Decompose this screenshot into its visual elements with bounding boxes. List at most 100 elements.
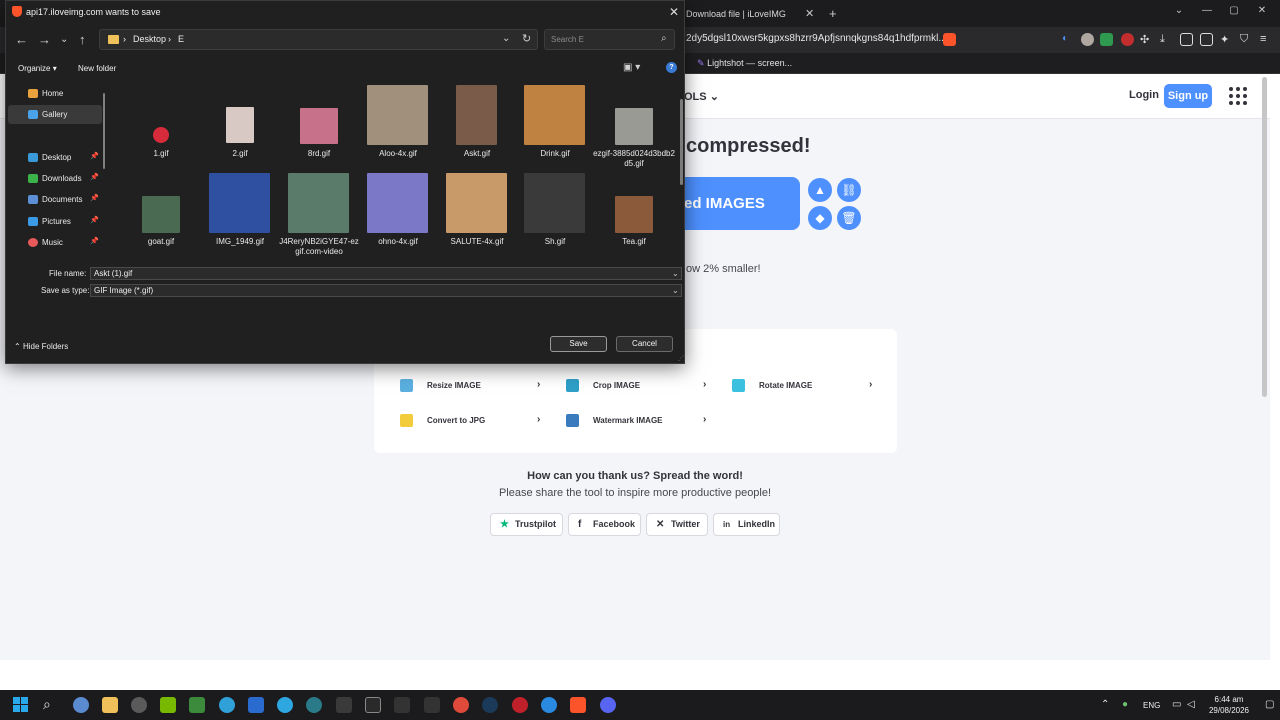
chrome-icon[interactable] xyxy=(453,697,469,713)
extensions-puzzle-icon[interactable]: ✣ xyxy=(1140,33,1153,46)
up-arrow-icon[interactable]: ↑ xyxy=(79,32,86,47)
blue-app-icon[interactable] xyxy=(541,697,557,713)
brave-icon[interactable] xyxy=(570,697,586,713)
volume-icon[interactable]: ◁ xyxy=(1187,699,1195,710)
tool-crop-image[interactable]: Crop IMAGE › xyxy=(566,377,711,397)
outlook-icon[interactable] xyxy=(248,697,264,713)
wallet-icon[interactable] xyxy=(1200,33,1213,46)
chevron-down-icon[interactable]: ⌄ xyxy=(502,33,510,44)
leo-ai-icon[interactable]: ✦ xyxy=(1220,33,1233,46)
page-scrollbar[interactable] xyxy=(1262,77,1267,397)
search-icon[interactable]: ⌕ xyxy=(43,696,51,713)
tool-watermark-image[interactable]: Watermark IMAGE › xyxy=(566,412,711,432)
sidebar-item-music[interactable]: Music 📌 xyxy=(8,233,102,252)
telegram-icon[interactable] xyxy=(277,697,293,713)
tool-resize-image[interactable]: Resize IMAGE › xyxy=(400,377,545,397)
network-icon[interactable]: ▭ xyxy=(1172,699,1181,710)
file-grid-scrollbar[interactable] xyxy=(680,99,683,185)
capcut-icon[interactable] xyxy=(394,697,410,713)
audio-icon[interactable]: ◖ xyxy=(1061,33,1074,46)
url-text[interactable]: 2dy5dgsl10xwsr5kgpxs8hzrr9Apfjsnnqkgns84… xyxy=(686,33,947,44)
new-folder-button[interactable]: New folder xyxy=(78,64,116,73)
search-box[interactable]: ⌕ xyxy=(544,29,675,50)
cancel-button[interactable]: Cancel xyxy=(616,336,673,352)
share-facebook-button[interactable]: f Facebook xyxy=(568,513,641,536)
microphone-icon[interactable]: ● xyxy=(1122,699,1128,710)
terminal-icon[interactable] xyxy=(336,697,352,713)
extension-red-icon[interactable] xyxy=(1121,33,1134,46)
downloads-icon[interactable]: ⤓ xyxy=(1160,33,1173,46)
forward-arrow-icon[interactable]: → xyxy=(38,32,51,47)
discord-icon[interactable] xyxy=(600,697,616,713)
clock[interactable]: 6:44 am 29/08/2026 xyxy=(1206,694,1252,716)
settings-gear-icon[interactable] xyxy=(73,697,89,713)
share-trustpilot-button[interactable]: ★ Trustpilot xyxy=(490,513,563,536)
breadcrumb-path[interactable]: › Desktop › E ⌄ ↻ xyxy=(99,29,538,50)
refresh-icon[interactable]: ↻ xyxy=(522,32,531,45)
chevron-down-icon[interactable]: ⌄ xyxy=(672,286,679,295)
extension-avatar-icon[interactable] xyxy=(1081,33,1094,46)
new-tab-button[interactable]: + xyxy=(829,6,837,21)
maximize-icon[interactable]: ▢ xyxy=(1227,5,1241,16)
red-app-icon[interactable] xyxy=(512,697,528,713)
help-icon[interactable]: ? xyxy=(666,62,677,73)
hide-folders-button[interactable]: ⌃ Hide Folders xyxy=(14,342,68,351)
copy-link-icon[interactable]: ⛓ xyxy=(837,178,861,202)
signup-button[interactable]: Sign up xyxy=(1164,84,1212,108)
language-indicator[interactable]: ENG xyxy=(1143,701,1160,710)
dropbox-icon[interactable]: ◆ xyxy=(808,206,832,230)
view-options-icon[interactable]: ▣ ▾ xyxy=(623,62,640,73)
sidebar-item-downloads[interactable]: Downloads 📌 xyxy=(8,169,102,188)
resize-grip-icon[interactable]: ⋰ xyxy=(678,355,684,362)
edge-icon[interactable] xyxy=(219,697,235,713)
breadcrumb-desktop[interactable]: Desktop xyxy=(133,34,166,44)
back-arrow-icon[interactable]: ← xyxy=(15,32,28,47)
app-circle-icon[interactable] xyxy=(306,697,322,713)
nvidia-icon[interactable] xyxy=(160,697,176,713)
share-twitter-button[interactable]: ✕ Twitter xyxy=(646,513,708,536)
browser-tab-active[interactable]: Download file | iLoveIMG xyxy=(676,3,826,25)
dialog-titlebar[interactable]: api17.iloveimg.com wants to save ✕ xyxy=(6,1,684,25)
apps-grid-icon[interactable] xyxy=(1229,87,1247,105)
extension-s-icon[interactable] xyxy=(1100,33,1113,46)
search-icon[interactable]: ⌕ xyxy=(661,33,667,44)
file-explorer-icon[interactable] xyxy=(102,697,118,713)
sidebar-item-home[interactable]: Home xyxy=(8,84,102,103)
delete-icon[interactable]: 🗑 xyxy=(837,206,861,230)
search-input[interactable] xyxy=(551,35,651,44)
tab-close-icon[interactable]: ✕ xyxy=(805,7,814,20)
chevron-up-icon[interactable]: ⌃ xyxy=(1101,699,1109,710)
sidebar-item-documents[interactable]: Documents 📌 xyxy=(8,190,102,209)
sidebar-toggle-icon[interactable] xyxy=(1180,33,1193,46)
google-drive-icon[interactable]: ▲ xyxy=(808,178,832,202)
windows-start-icon[interactable] xyxy=(13,697,29,713)
bookmark-lightshot[interactable]: ✎ Lightshot — screen... xyxy=(697,58,792,69)
sidebar-item-desktop[interactable]: Desktop 📌 xyxy=(8,148,102,167)
minimize-icon[interactable]: — xyxy=(1200,5,1214,16)
steam-icon[interactable] xyxy=(482,697,498,713)
sidebar-item-pictures[interactable]: Pictures 📌 xyxy=(8,212,102,231)
green-app-icon[interactable] xyxy=(189,697,205,713)
tab-list-chevron-icon[interactable]: ⌄ xyxy=(1172,5,1186,16)
github-icon[interactable] xyxy=(131,697,147,713)
organize-button[interactable]: Organize ▾ xyxy=(18,64,57,73)
vpn-shield-icon[interactable]: ⛉ xyxy=(1240,33,1253,46)
tool-rotate-image[interactable]: Rotate IMAGE › xyxy=(732,377,877,397)
share-linkedin-button[interactable]: in LinkedIn xyxy=(713,513,780,536)
menu-icon[interactable]: ≡ xyxy=(1260,33,1273,46)
brave-shields-icon[interactable] xyxy=(943,33,956,46)
recent-locations-chevron-icon[interactable]: ⌄ xyxy=(60,34,68,45)
breadcrumb-e[interactable]: E xyxy=(178,34,184,44)
navigation-scrollbar[interactable] xyxy=(103,93,105,169)
notifications-icon[interactable]: ▢ xyxy=(1265,699,1274,710)
epic-games-icon[interactable] xyxy=(365,697,381,713)
chevron-down-icon[interactable]: ⌄ xyxy=(672,269,679,278)
save-as-type-select[interactable]: GIF Image (*.gif) xyxy=(90,284,682,297)
tool-convert-to-jpg[interactable]: Convert to JPG › xyxy=(400,412,545,432)
sidebar-item-gallery[interactable]: Gallery xyxy=(8,105,102,124)
threads-icon[interactable] xyxy=(424,697,440,713)
close-window-icon[interactable]: ✕ xyxy=(1255,5,1269,16)
file-name-input[interactable] xyxy=(90,267,682,280)
login-link[interactable]: Login xyxy=(1129,89,1159,101)
tools-menu[interactable]: OLS ⌄ xyxy=(684,90,719,103)
